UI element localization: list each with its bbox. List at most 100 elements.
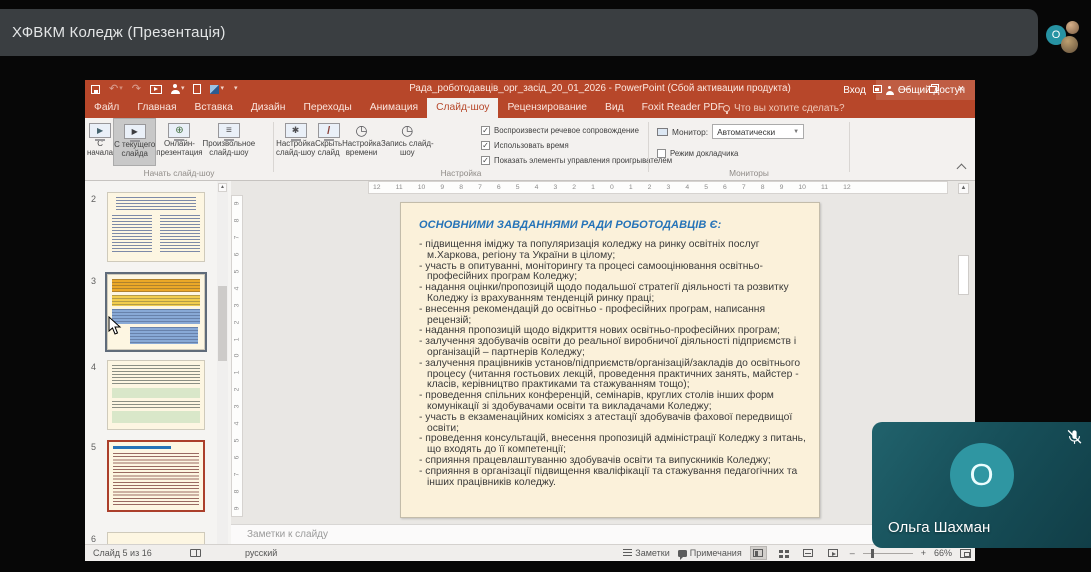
status-bar: Слайд 5 из 16 русский Заметки Примечания… xyxy=(85,544,975,560)
ribbon-tab[interactable]: Переходы xyxy=(294,98,360,118)
ribbon-tab[interactable]: Слайд-шоу xyxy=(427,98,498,118)
rehearse-timings-button[interactable]: Настройка времени xyxy=(342,118,381,166)
ruler-tick-label: 6 xyxy=(234,456,241,460)
zoom-slider[interactable] xyxy=(863,553,913,554)
tell-me-search[interactable]: Что вы хотите сделать? xyxy=(723,103,845,114)
participant-name: Ольга Шахман xyxy=(888,519,990,536)
ruler-tick-label: 11 xyxy=(821,184,828,191)
ribbon-tab[interactable]: Вставка xyxy=(186,98,242,118)
ribbon: С начала С текущего слайда Онлайн- презе… xyxy=(85,118,975,181)
monitor-select[interactable]: Автоматически ▼ xyxy=(712,124,804,139)
checkbox-label: Показать элементы управления проигрывате… xyxy=(494,156,672,165)
ruler-tick-label: 0 xyxy=(610,184,614,191)
ruler-tick-label: 10 xyxy=(798,184,806,191)
slide-thumbnail-5-current[interactable] xyxy=(107,440,205,512)
ribbon-checkbox[interactable]: Воспроизвести речевое сопровождение xyxy=(481,123,672,138)
sign-in-button[interactable]: Вход xyxy=(833,85,876,96)
reading-view-button[interactable] xyxy=(800,546,817,560)
save-button[interactable] xyxy=(91,85,100,94)
ruler-tick-label: 4 xyxy=(234,422,241,426)
ribbon-tab[interactable]: Дизайн xyxy=(242,98,295,118)
zoom-slider-thumb[interactable] xyxy=(871,549,874,558)
from-current-slide-button[interactable]: С текущего слайда xyxy=(113,118,156,166)
ruler-tick-label: 5 xyxy=(234,269,241,273)
notes-icon xyxy=(623,549,632,557)
slide-thumbnail-2[interactable] xyxy=(107,192,205,262)
redo-button[interactable]: ↷ xyxy=(132,83,141,95)
ruler-tick-label: 3 xyxy=(234,405,241,409)
ribbon-checkbox[interactable]: Использовать время xyxy=(481,138,672,153)
notes-panel[interactable]: Заметки к слайду xyxy=(231,524,975,544)
presenter-button[interactable]: ▾ xyxy=(171,83,185,95)
share-button[interactable]: Общий доступ xyxy=(876,80,975,100)
ruler-tick-label: 6 xyxy=(497,184,501,191)
monitor-select-value: Автоматически xyxy=(717,127,775,137)
ribbon-tab[interactable]: Рецензирование xyxy=(498,98,596,118)
checkbox-icon xyxy=(481,156,490,165)
participant-video-tile[interactable]: O Ольга Шахман xyxy=(872,422,1091,548)
group-separator xyxy=(648,122,649,172)
record-slideshow-button[interactable]: Запись слайд- шоу xyxy=(381,118,434,166)
slideshow-view-button[interactable] xyxy=(825,546,842,560)
ribbon-group-monitors: Монитор: Автоматически ▼ Режим докладчик… xyxy=(651,118,847,180)
vertical-ruler: 9876543210123456789 xyxy=(231,195,243,517)
scroll-up-icon[interactable]: ▲ xyxy=(218,183,227,192)
slide-canvas[interactable]: ОСНОВНИМИ ЗАВДАННЯМИ РАДИ РОБОТОДАВЦІВ Є… xyxy=(400,202,820,518)
ruler-tick-label: 8 xyxy=(459,184,463,191)
spellcheck-icon[interactable] xyxy=(190,549,201,557)
slide-thumbnail-6[interactable] xyxy=(107,532,205,544)
from-start-button[interactable]: С начала xyxy=(87,118,113,166)
save-icon xyxy=(91,85,100,94)
button-label: С текущего слайда xyxy=(114,141,155,158)
share-label: Общий доступ xyxy=(898,85,965,96)
zoom-level[interactable]: 66% xyxy=(934,548,952,558)
normal-view-button[interactable] xyxy=(750,546,767,560)
language-indicator[interactable]: русский xyxy=(245,548,277,558)
presenter-view-checkbox[interactable]: Режим докладчика xyxy=(657,146,738,161)
monitor-label: Монитор: xyxy=(672,127,708,137)
ribbon-checkbox[interactable]: Показать элементы управления проигрывате… xyxy=(481,153,672,168)
theme-button[interactable]: ▾ xyxy=(210,83,224,95)
chevron-down-icon: ▾ xyxy=(181,83,185,95)
ruler-tick-label: 2 xyxy=(234,388,241,392)
slide-thumbnail-4[interactable] xyxy=(107,360,205,430)
ribbon-tab[interactable]: Главная xyxy=(128,98,185,118)
monitor-list-icon xyxy=(218,123,240,138)
new-file-button[interactable] xyxy=(193,84,201,94)
fit-to-window-button[interactable] xyxy=(960,549,971,558)
zoom-out-button[interactable]: – xyxy=(850,548,855,558)
slide-bullet: - залучення здобувачів освіти до реально… xyxy=(419,337,806,359)
undo-button[interactable]: ↶▾ xyxy=(109,83,123,95)
notes-toggle-button[interactable]: Заметки xyxy=(623,548,669,558)
zoom-in-button[interactable]: + xyxy=(921,548,926,558)
collapse-ribbon-button[interactable] xyxy=(957,164,967,174)
participant-avatar[interactable] xyxy=(1061,36,1078,53)
custom-slideshow-button[interactable]: Произвольное слайд-шоу xyxy=(203,118,256,166)
account-area: Вход Общий доступ xyxy=(833,80,975,100)
present-online-button[interactable]: Онлайн- презентация xyxy=(156,118,202,166)
ribbon-tab[interactable]: Анимация xyxy=(361,98,427,118)
scroll-up-icon[interactable]: ▲ xyxy=(958,183,969,194)
ribbon-tab[interactable]: Вид xyxy=(596,98,633,118)
scrollbar-thumb[interactable] xyxy=(958,255,969,295)
customize-qat-button[interactable]: ▾ xyxy=(233,83,238,95)
participants-cluster[interactable]: O xyxy=(1042,20,1091,60)
ruler-tick-label: 7 xyxy=(478,184,482,191)
hide-slide-button[interactable]: Скрыть слайд xyxy=(315,118,342,166)
start-slideshow-button[interactable] xyxy=(150,85,162,94)
scrollbar-thumb[interactable] xyxy=(218,286,227,361)
slide-bullet: - надання оцінки/пропозицій щодо подальш… xyxy=(419,283,806,305)
slide-number: 4 xyxy=(91,362,96,372)
ruler-tick-label: 6 xyxy=(723,184,727,191)
slide-sorter-button[interactable] xyxy=(775,546,792,560)
ruler-tick-label: 9 xyxy=(440,184,444,191)
record-clock-icon xyxy=(396,123,418,138)
mic-muted-icon xyxy=(1066,429,1083,446)
slide-number: 2 xyxy=(91,194,96,204)
participant-avatar[interactable] xyxy=(1066,21,1079,34)
slide-thumbnail-3-selected[interactable] xyxy=(107,274,205,350)
thumbnail-scrollbar[interactable]: ▲ xyxy=(217,181,228,544)
ribbon-tab[interactable]: Файл xyxy=(85,98,128,118)
comments-toggle-button[interactable]: Примечания xyxy=(678,548,742,558)
setup-slideshow-button[interactable]: Настройка слайд-шоу xyxy=(276,118,315,166)
